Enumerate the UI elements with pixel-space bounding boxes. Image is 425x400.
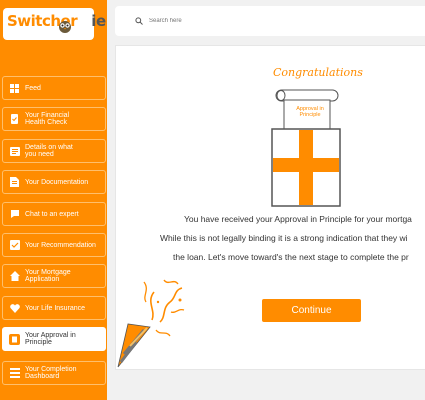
documents-icon [9, 177, 20, 188]
health-check-icon [9, 114, 20, 125]
chat-icon [9, 209, 20, 220]
sidebar-item-documentation[interactable]: Your Documentation [2, 170, 106, 194]
sidebar-item-label: Your Recommendation [25, 241, 96, 249]
sidebar-item-label: Your Life Insurance [25, 304, 86, 312]
sidebar-item-label: Feed [25, 84, 41, 92]
congratulations-heading: Congratulations [273, 66, 363, 79]
continue-button[interactable]: Continue [262, 299, 361, 322]
approval-card: Congratulations Approval in Principle Yo… [115, 45, 425, 370]
approval-icon [9, 333, 20, 345]
sidebar-item-details[interactable]: Details on what you need [2, 139, 106, 163]
recommendation-icon [9, 240, 20, 251]
sidebar-item-mortgage-application[interactable]: Your Mortgage Application [2, 264, 106, 288]
top-bar [115, 6, 425, 36]
sidebar-item-label: Your Completion Dashboard [25, 366, 77, 380]
sidebar-item-label: Chat to an expert [25, 210, 79, 218]
gift-box-icon [271, 128, 341, 207]
sidebar: Switcher ie Feed Your Financial Health C… [0, 0, 107, 400]
sidebar-item-label: Your Financial Health Check [25, 112, 70, 126]
sidebar-item-label: Details on what you need [25, 144, 73, 158]
sidebar-item-chat[interactable]: Chat to an expert [2, 202, 106, 226]
party-popper-icon [117, 279, 185, 368]
sidebar-item-life-insurance[interactable]: Your Life Insurance [2, 296, 106, 320]
house-icon [9, 271, 20, 282]
sidebar-item-label: Your Documentation [25, 178, 89, 186]
dashboard-icon [9, 368, 20, 379]
details-icon [9, 146, 20, 157]
message-line-3: the loan. Let's move toward's the next s… [173, 252, 409, 262]
heart-icon [9, 303, 20, 314]
sidebar-item-financial-health-check[interactable]: Your Financial Health Check [2, 107, 106, 131]
message-line-1: You have received your Approval in Princ… [184, 214, 412, 224]
sidebar-item-label: Your Approval in Principle [25, 332, 76, 346]
sidebar-item-recommendation[interactable]: Your Recommendation [2, 233, 106, 257]
sidebar-item-feed[interactable]: Feed [2, 76, 106, 100]
sidebar-item-label: Your Mortgage Application [25, 269, 71, 283]
sidebar-item-approval-in-principle[interactable]: Your Approval in Principle [2, 327, 106, 351]
logo-text-part2: ie [91, 12, 106, 30]
message-line-2: While this is not legally binding it is … [160, 233, 408, 243]
feed-icon [9, 83, 20, 94]
sidebar-item-completion-dashboard[interactable]: Your Completion Dashboard [2, 361, 106, 385]
owl-icon [59, 21, 71, 33]
logo[interactable]: Switcher ie [3, 8, 106, 40]
scroll-text: Approval in Principle [296, 106, 324, 118]
search-icon[interactable] [135, 17, 143, 25]
search-input[interactable] [149, 18, 349, 24]
